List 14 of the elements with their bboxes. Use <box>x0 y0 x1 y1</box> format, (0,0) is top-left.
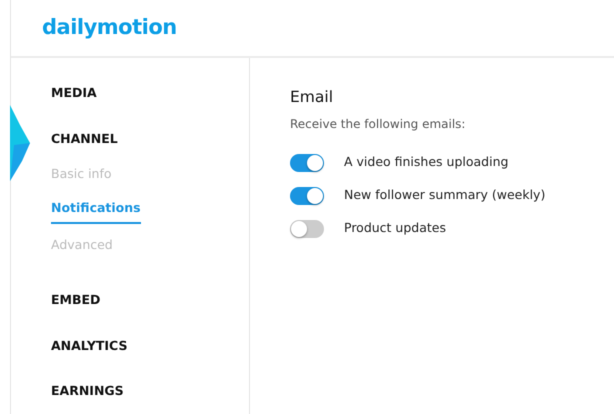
sidebar-item[interactable]: CHANNEL <box>51 126 118 152</box>
toggle-switch[interactable] <box>290 186 324 205</box>
sidebar-item[interactable]: EARNINGS <box>51 378 124 405</box>
toggle-label: A video finishes uploading <box>344 153 508 172</box>
toggle-label: New follower summary (weekly) <box>344 186 546 204</box>
section-subtitle: Receive the following emails: <box>290 116 466 134</box>
sidebar-item[interactable]: ANALYTICS <box>51 332 128 360</box>
section-title: Email <box>290 87 334 108</box>
banner-shape-icon <box>10 105 32 181</box>
toggle-label: Product updates <box>344 219 446 238</box>
sidebar-item[interactable]: EMBED <box>51 286 100 314</box>
toggle-switch[interactable] <box>290 220 324 238</box>
sidebar-item[interactable]: MEDIA <box>51 80 97 107</box>
toggle-switch[interactable] <box>290 154 324 172</box>
